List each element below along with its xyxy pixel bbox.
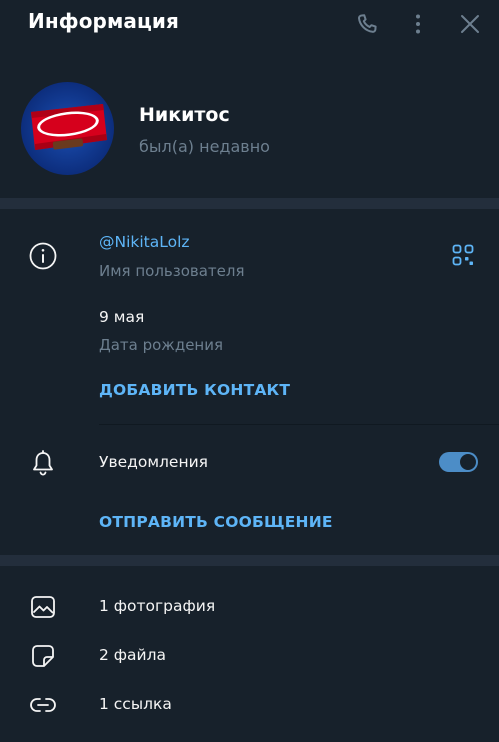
- media-row-photos[interactable]: 1 фотография: [0, 584, 499, 630]
- more-options-button[interactable]: [404, 10, 432, 38]
- link-icon: [29, 691, 57, 719]
- call-button[interactable]: [353, 10, 381, 38]
- panel-title: Информация: [28, 9, 179, 33]
- links-count: 1 ссылка: [99, 695, 172, 713]
- username-caption: Имя пользователя: [99, 262, 245, 280]
- close-icon: [461, 15, 479, 33]
- qr-code-button[interactable]: [449, 241, 477, 269]
- phone-icon: [357, 14, 377, 33]
- username-link[interactable]: @NikitaLolz: [99, 233, 190, 251]
- panel-header: Информация: [0, 0, 499, 48]
- contact-name: Никитос: [139, 104, 230, 126]
- photos-count: 1 фотография: [99, 597, 216, 615]
- media-row-links[interactable]: 1 ссылка: [0, 682, 499, 728]
- birthday-value: 9 мая: [99, 308, 145, 326]
- file-icon: [29, 642, 57, 670]
- add-contact-button[interactable]: ДОБАВИТЬ КОНТАКТ: [99, 381, 290, 399]
- avatar[interactable]: [21, 82, 114, 175]
- last-seen-status: был(а) недавно: [139, 137, 270, 156]
- section-separator: [0, 198, 499, 209]
- section-separator: [0, 555, 499, 566]
- qr-code-icon: [452, 244, 474, 266]
- photo-icon: [29, 593, 57, 621]
- close-button[interactable]: [456, 10, 484, 38]
- send-message-button[interactable]: ОТПРАВИТЬ СООБЩЕНИЕ: [99, 513, 333, 531]
- vertical-dots-icon: [416, 14, 420, 34]
- media-row-files[interactable]: 2 файла: [0, 633, 499, 679]
- info-icon: [28, 241, 58, 271]
- row-divider: [99, 424, 499, 425]
- toggle-knob: [460, 454, 476, 470]
- kitkat-avatar-image: [21, 82, 114, 175]
- files-count: 2 файла: [99, 646, 167, 664]
- user-info-panel: Информация Никитос был(а) недавно @Nikit…: [0, 0, 499, 742]
- bell-icon: [30, 449, 56, 477]
- birthday-caption: Дата рождения: [99, 336, 223, 354]
- notifications-label: Уведомления: [99, 453, 208, 471]
- notifications-toggle[interactable]: [439, 452, 478, 472]
